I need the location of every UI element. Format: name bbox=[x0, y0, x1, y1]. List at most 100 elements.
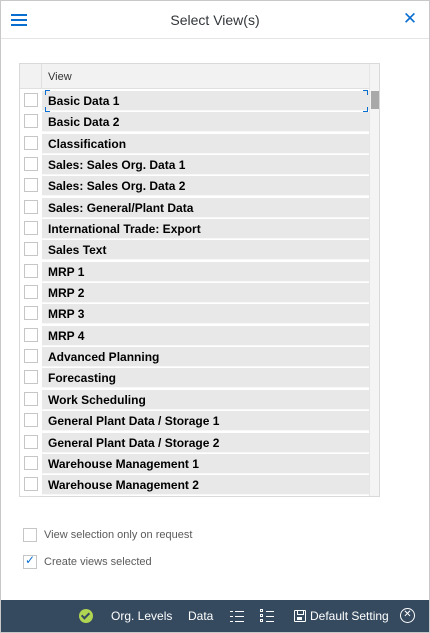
table-row[interactable]: MRP 4 bbox=[20, 325, 369, 346]
row-cell[interactable]: Basic Data 1 bbox=[42, 91, 369, 111]
table-row[interactable]: MRP 2 bbox=[20, 282, 369, 304]
close-icon[interactable]: ✕ bbox=[401, 9, 419, 29]
row-cell[interactable]: Work Scheduling bbox=[42, 389, 369, 410]
view-label: Classification bbox=[48, 136, 127, 151]
org-levels-button[interactable]: Org. Levels bbox=[111, 600, 172, 632]
view-label: Sales: Sales Org. Data 1 bbox=[48, 158, 186, 173]
row-cell[interactable]: MRP 3 bbox=[42, 304, 369, 325]
view-label: Work Scheduling bbox=[48, 392, 146, 407]
row-checkbox[interactable] bbox=[24, 263, 38, 278]
row-checkbox[interactable] bbox=[24, 199, 38, 214]
select-all-icon[interactable] bbox=[230, 608, 244, 624]
view-label: Warehouse Management 2 bbox=[48, 478, 199, 493]
row-cell[interactable]: Sales Text bbox=[42, 240, 369, 261]
row-cell[interactable]: MRP 1 bbox=[42, 261, 369, 282]
row-cell[interactable]: Warehouse Management 1 bbox=[42, 453, 369, 474]
row-checkbox[interactable] bbox=[24, 242, 38, 257]
view-label: MRP 4 bbox=[48, 328, 85, 343]
row-cell[interactable]: International Trade: Export bbox=[42, 219, 369, 240]
row-checkbox[interactable] bbox=[24, 157, 38, 172]
row-checkbox[interactable] bbox=[24, 391, 38, 406]
row-cell[interactable]: Advanced Planning bbox=[42, 347, 369, 368]
view-label: International Trade: Export bbox=[48, 222, 201, 237]
table-row[interactable]: Sales: Sales Org. Data 1 bbox=[20, 154, 369, 176]
table-row[interactable]: Basic Data 2 bbox=[20, 111, 369, 133]
view-label: Forecasting bbox=[48, 371, 117, 386]
table-row[interactable]: Basic Data 1 bbox=[20, 90, 369, 111]
table-row[interactable]: Work Scheduling bbox=[20, 389, 369, 410]
deselect-all-icon[interactable] bbox=[260, 608, 274, 624]
row-cell[interactable]: Classification bbox=[42, 133, 369, 154]
row-checkbox[interactable] bbox=[24, 349, 38, 364]
table-row[interactable]: Forecasting bbox=[20, 367, 369, 389]
table-row[interactable]: MRP 3 bbox=[20, 303, 369, 325]
dialog-title: Select View(s) bbox=[170, 12, 260, 28]
save-icon[interactable] bbox=[294, 610, 306, 622]
table-row[interactable]: Classification bbox=[20, 133, 369, 154]
table-scrollbar[interactable] bbox=[369, 64, 379, 496]
view-label: General Plant Data / Storage 2 bbox=[48, 435, 220, 450]
view-label: MRP 3 bbox=[48, 307, 85, 322]
view-label: Warehouse Management 1 bbox=[48, 456, 199, 471]
row-checkbox[interactable] bbox=[24, 285, 38, 300]
row-checkbox[interactable] bbox=[24, 413, 38, 428]
row-checkbox[interactable] bbox=[24, 455, 38, 470]
row-checkbox[interactable] bbox=[24, 93, 38, 107]
table-row[interactable]: Warehouse Management 1 bbox=[20, 453, 369, 474]
views-rows: Basic Data 1 Basic Data 2 Classification Sa… bbox=[20, 90, 369, 496]
focus-indicator-top-right bbox=[363, 90, 368, 95]
row-cell[interactable]: MRP 2 bbox=[42, 283, 369, 304]
row-cell[interactable]: Forecasting bbox=[42, 368, 369, 389]
row-checkbox[interactable] bbox=[24, 327, 38, 342]
row-cell[interactable]: Basic Data 2 bbox=[42, 112, 369, 133]
view-selection-on-request-label: View selection only on request bbox=[44, 529, 193, 541]
views-table: View Basic Data 1 Basic Data 2 Classificat… bbox=[19, 63, 380, 497]
row-checkbox[interactable] bbox=[24, 221, 38, 236]
row-cell[interactable]: MRP 4 bbox=[42, 325, 369, 346]
scrollbar-thumb[interactable] bbox=[371, 91, 379, 109]
view-label: Sales: General/Plant Data bbox=[48, 200, 194, 215]
row-cell[interactable]: Sales: Sales Org. Data 1 bbox=[42, 155, 369, 176]
view-label: Advanced Planning bbox=[48, 350, 160, 365]
dialog-header: Select View(s) ✕ bbox=[1, 1, 429, 39]
default-setting-button[interactable]: Default Setting bbox=[310, 600, 389, 632]
focus-indicator-top-left bbox=[45, 90, 50, 95]
row-checkbox[interactable] bbox=[24, 306, 38, 321]
data-button[interactable]: Data bbox=[188, 600, 213, 632]
row-checkbox[interactable] bbox=[24, 434, 38, 449]
row-cell[interactable]: Warehouse Management 2 bbox=[42, 475, 369, 496]
ok-check-icon[interactable] bbox=[79, 609, 93, 623]
select-all-column-header[interactable] bbox=[20, 64, 42, 89]
row-checkbox[interactable] bbox=[24, 178, 38, 193]
table-row[interactable]: Sales: General/Plant Data bbox=[20, 197, 369, 218]
table-header: View bbox=[20, 64, 379, 89]
focus-indicator-bottom-left bbox=[45, 107, 50, 112]
focus-indicator-bottom-right bbox=[363, 107, 368, 112]
table-row[interactable]: MRP 1 bbox=[20, 261, 369, 282]
row-cell[interactable]: Sales: General/Plant Data bbox=[42, 197, 369, 218]
row-cell[interactable]: General Plant Data / Storage 2 bbox=[42, 432, 369, 453]
create-views-selected-checkbox[interactable]: ✓ bbox=[23, 553, 37, 569]
table-row[interactable]: General Plant Data / Storage 1 bbox=[20, 410, 369, 432]
create-views-selected-label: Create views selected bbox=[44, 556, 152, 568]
view-label: MRP 1 bbox=[48, 264, 85, 279]
table-row[interactable]: Advanced Planning bbox=[20, 346, 369, 368]
row-cell[interactable]: General Plant Data / Storage 1 bbox=[42, 411, 369, 432]
table-row[interactable]: Warehouse Management 2 bbox=[20, 474, 369, 496]
column-header-view: View bbox=[48, 71, 72, 83]
view-label: Sales: Sales Org. Data 2 bbox=[48, 179, 186, 194]
table-row[interactable]: International Trade: Export bbox=[20, 218, 369, 240]
table-row[interactable]: Sales Text bbox=[20, 239, 369, 261]
row-checkbox[interactable] bbox=[24, 135, 38, 150]
view-label: Basic Data 2 bbox=[48, 115, 120, 130]
table-row[interactable]: Sales: Sales Org. Data 2 bbox=[20, 175, 369, 197]
view-label: Sales Text bbox=[48, 243, 107, 258]
cancel-icon[interactable]: ✕ bbox=[400, 608, 415, 623]
row-cell[interactable]: Sales: Sales Org. Data 2 bbox=[42, 176, 369, 197]
row-checkbox[interactable] bbox=[24, 477, 38, 492]
view-selection-on-request-checkbox[interactable] bbox=[23, 528, 37, 542]
table-row[interactable]: General Plant Data / Storage 2 bbox=[20, 432, 369, 453]
row-checkbox[interactable] bbox=[24, 114, 38, 129]
row-checkbox[interactable] bbox=[24, 370, 38, 385]
view-label: MRP 2 bbox=[48, 286, 85, 301]
